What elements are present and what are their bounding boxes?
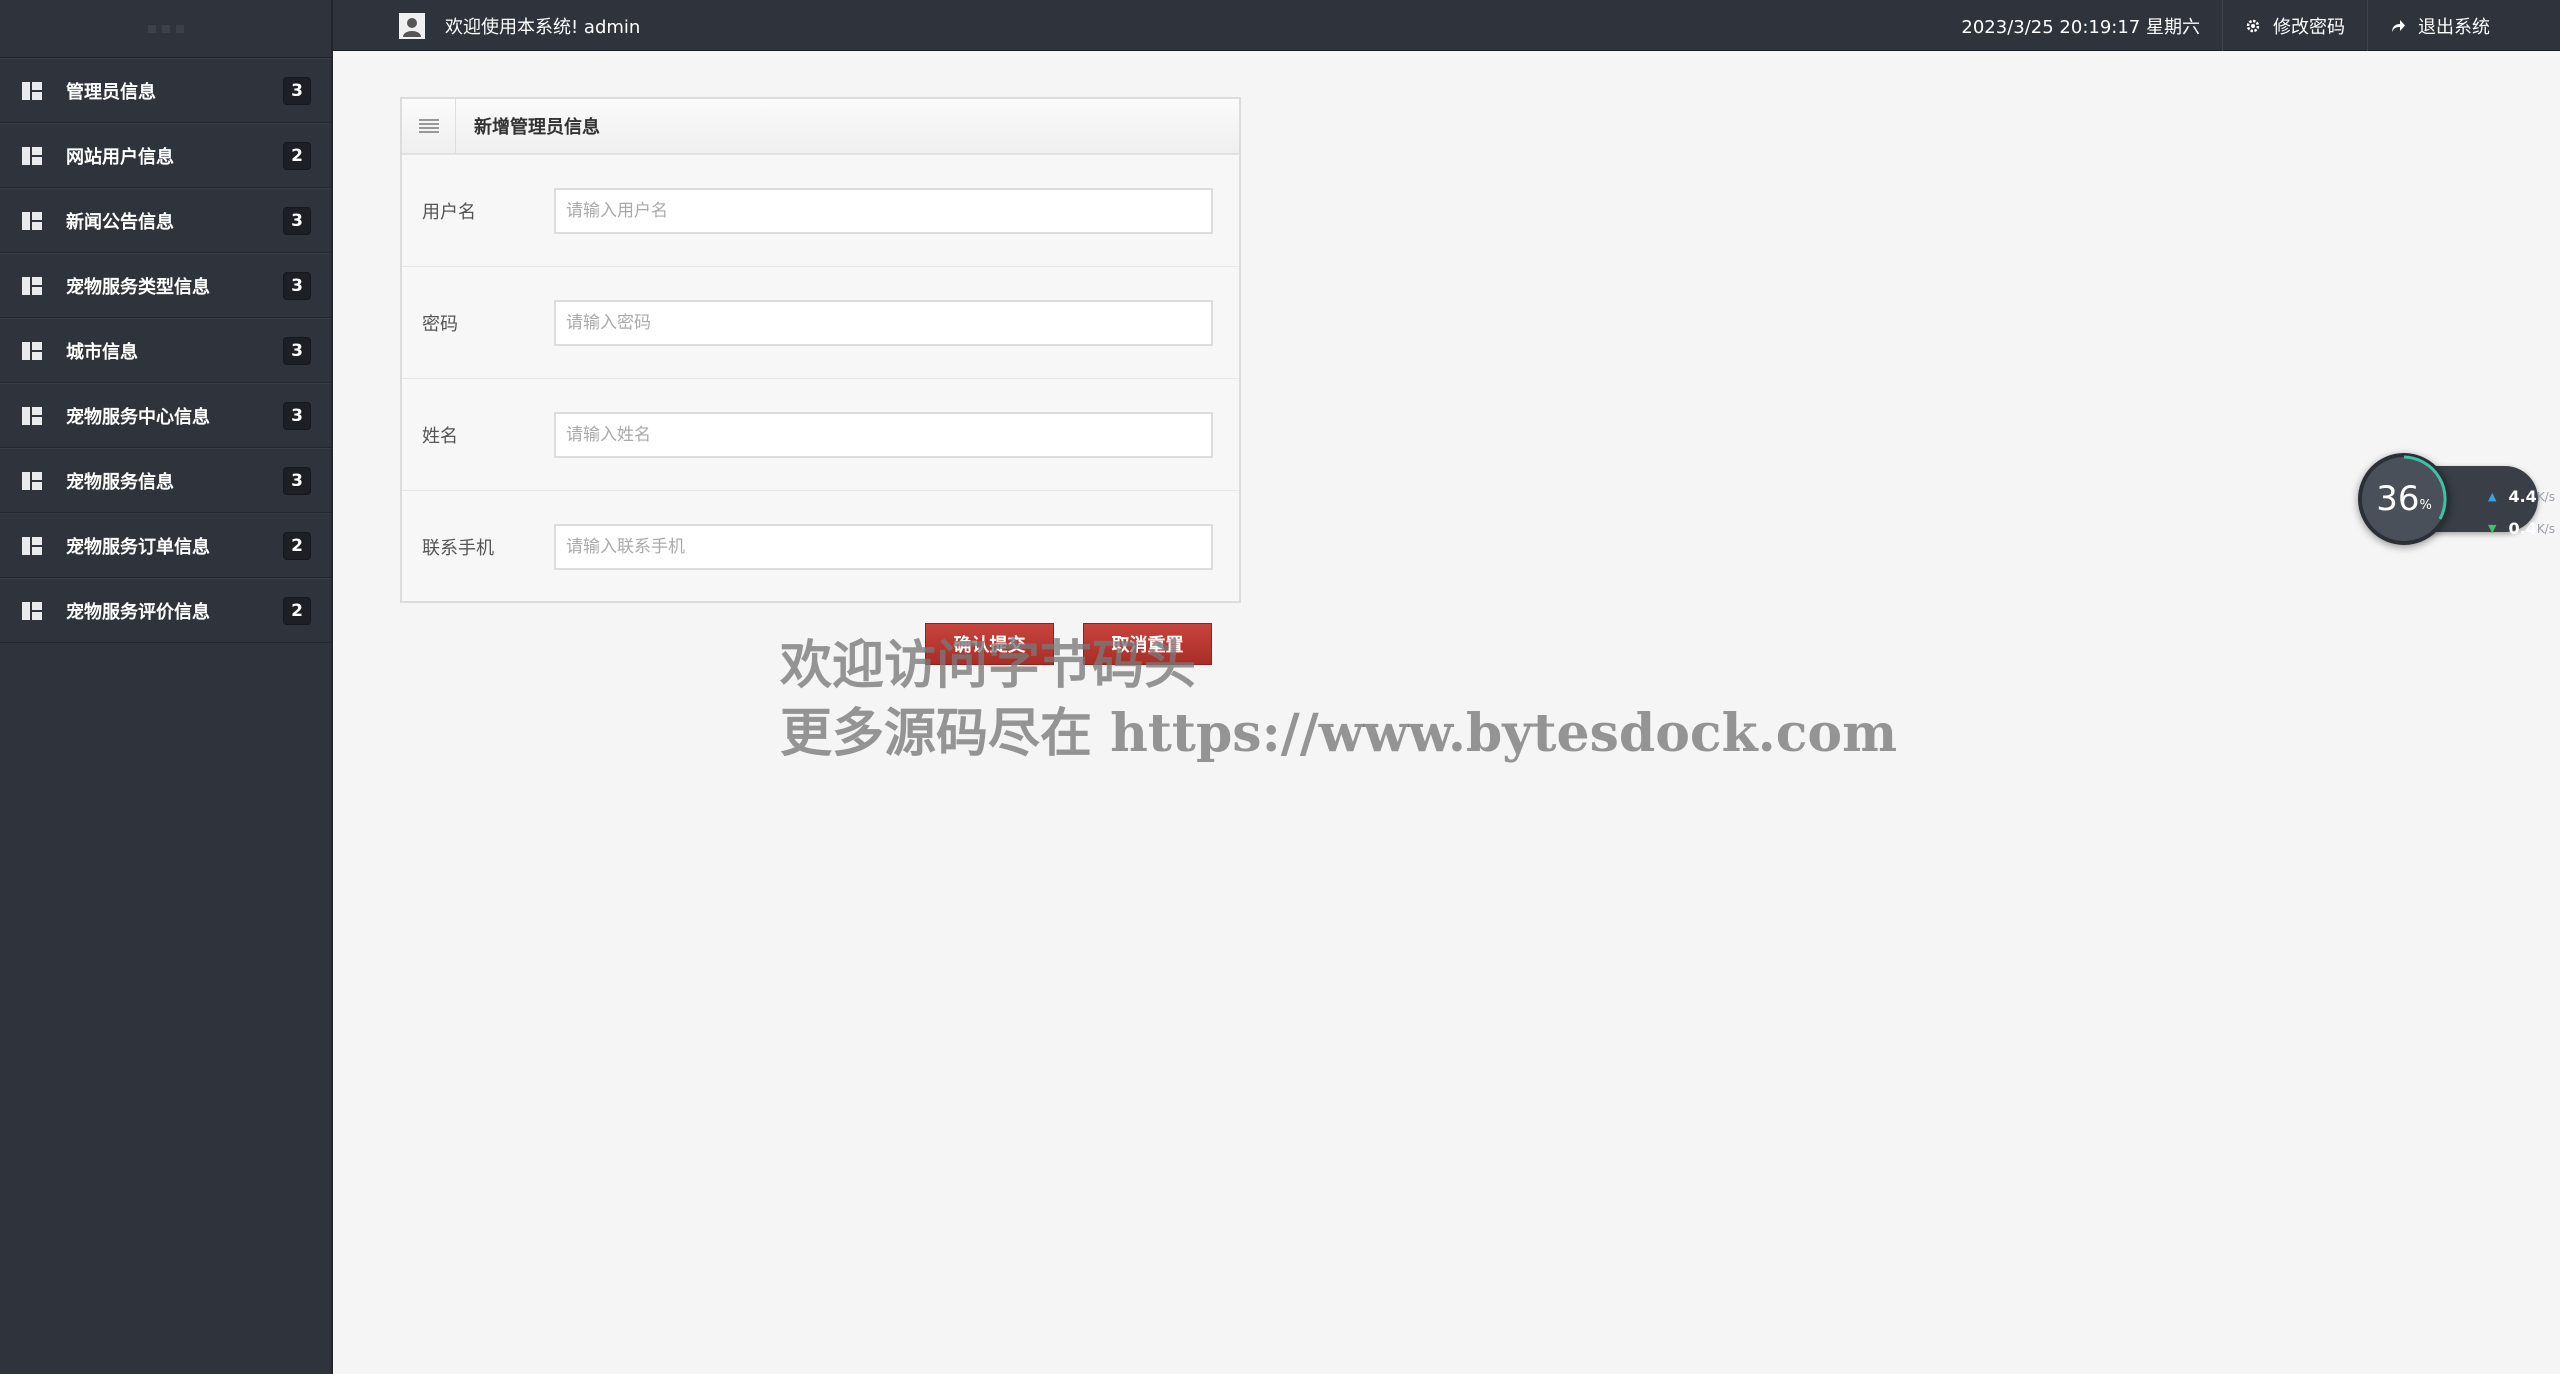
count-badge: 3: [283, 76, 311, 105]
sidebar-item-admin[interactable]: 管理员信息 3: [0, 58, 331, 123]
cpu-usage-circle: 36 %: [2358, 453, 2450, 545]
form-row-name: 姓名: [402, 379, 1239, 491]
panel-title: 新增管理员信息: [474, 117, 600, 138]
dashboard-icon: [22, 341, 42, 360]
upload-unit: K/s: [2536, 489, 2555, 504]
logout-button[interactable]: 退出系统: [2367, 0, 2512, 51]
sidebar-item-news[interactable]: 新闻公告信息 3: [0, 188, 331, 253]
sidebar-item-orders[interactable]: 宠物服务订单信息 2: [0, 513, 331, 578]
password-label: 密码: [422, 313, 458, 335]
cpu-usage-arc: [2403, 455, 2447, 520]
sidebar-item-cities[interactable]: 城市信息 3: [0, 318, 331, 383]
dashboard-icon: [22, 211, 42, 230]
upload-value: 4.4: [2508, 487, 2537, 506]
share-arrow-icon: [2390, 18, 2406, 34]
sidebar-header: [0, 0, 331, 58]
form-row-phone: 联系手机: [402, 491, 1239, 603]
topbar-actions: 2023/3/25 20:19:17 星期六 修改密码 退出系统: [1939, 0, 2512, 51]
list-icon: [402, 99, 456, 153]
dashboard-icon: [22, 146, 42, 165]
username-input[interactable]: [554, 187, 1213, 234]
dashboard-icon: [22, 536, 42, 555]
change-password-button[interactable]: 修改密码: [2222, 0, 2367, 51]
change-password-label: 修改密码: [2273, 16, 2345, 38]
upload-arrow-icon: ▲: [2488, 490, 2497, 503]
logout-label: 退出系统: [2418, 16, 2490, 38]
sidebar-item-reviews[interactable]: 宠物服务评价信息 2: [0, 578, 331, 643]
count-badge: 2: [283, 141, 311, 170]
add-admin-form-panel: 新增管理员信息 用户名 密码 姓名 联系手机: [400, 97, 1241, 603]
dashboard-icon: [22, 406, 42, 425]
gear-icon: [2245, 18, 2261, 34]
password-input[interactable]: [554, 299, 1213, 346]
dashboard-icon: [22, 471, 42, 490]
sidebar: 管理员信息 3 网站用户信息 2 新闻公告信息 3 宠物服务类型信息 3 城市信…: [0, 0, 333, 1374]
count-badge: 3: [283, 466, 311, 495]
form-row-username: 用户名: [402, 155, 1239, 267]
sidebar-item-service-types[interactable]: 宠物服务类型信息 3: [0, 253, 331, 318]
sidebar-item-service-centers[interactable]: 宠物服务中心信息 3: [0, 383, 331, 448]
count-badge: 3: [283, 401, 311, 430]
dashboard-icon: [22, 601, 42, 620]
upload-speed: ▲ 4.4 K/s: [2488, 487, 2555, 506]
panel-header: 新增管理员信息: [402, 99, 1239, 155]
count-badge: 3: [283, 271, 311, 300]
topbar: 欢迎使用本系统! admin 2023/3/25 20:19:17 星期六 修改…: [333, 0, 2560, 51]
sidebar-item-site-users[interactable]: 网站用户信息 2: [0, 123, 331, 188]
network-speed-widget[interactable]: ▲ 4.4 K/s ▼ 0.4 K/s 36 %: [2358, 453, 2555, 545]
dashboard-icon: [22, 276, 42, 295]
watermark-line-2: 更多源码尽在 https://www.bytesdock.com: [780, 703, 1898, 764]
sidebar-item-services[interactable]: 宠物服务信息 3: [0, 448, 331, 513]
welcome-text: 欢迎使用本系统! admin: [445, 16, 641, 38]
form-row-password: 密码: [402, 267, 1239, 379]
welcome-message: 欢迎使用本系统! admin: [399, 0, 640, 51]
count-badge: 2: [283, 596, 311, 625]
download-value: 0.4: [2508, 519, 2537, 538]
count-badge: 3: [283, 206, 311, 235]
dashboard-icon: [22, 81, 42, 100]
reset-button[interactable]: 取消重置: [1083, 623, 1212, 665]
name-label: 姓名: [422, 425, 458, 447]
download-arrow-icon: ▼: [2488, 522, 2497, 535]
name-input[interactable]: [554, 411, 1213, 458]
count-badge: 3: [283, 336, 311, 365]
sidebar-collapse-handle[interactable]: [147, 24, 184, 33]
username-label: 用户名: [422, 201, 476, 223]
download-unit: K/s: [2536, 521, 2555, 536]
user-icon: [399, 12, 425, 39]
submit-button[interactable]: 确认提交: [925, 623, 1054, 665]
datetime-text: 2023/3/25 20:19:17 星期六: [1961, 16, 2200, 38]
phone-label: 联系手机: [422, 538, 494, 559]
count-badge: 2: [283, 531, 311, 560]
phone-input[interactable]: [554, 524, 1213, 570]
download-speed: ▼ 0.4 K/s: [2488, 519, 2555, 538]
datetime-display: 2023/3/25 20:19:17 星期六: [1939, 0, 2222, 51]
